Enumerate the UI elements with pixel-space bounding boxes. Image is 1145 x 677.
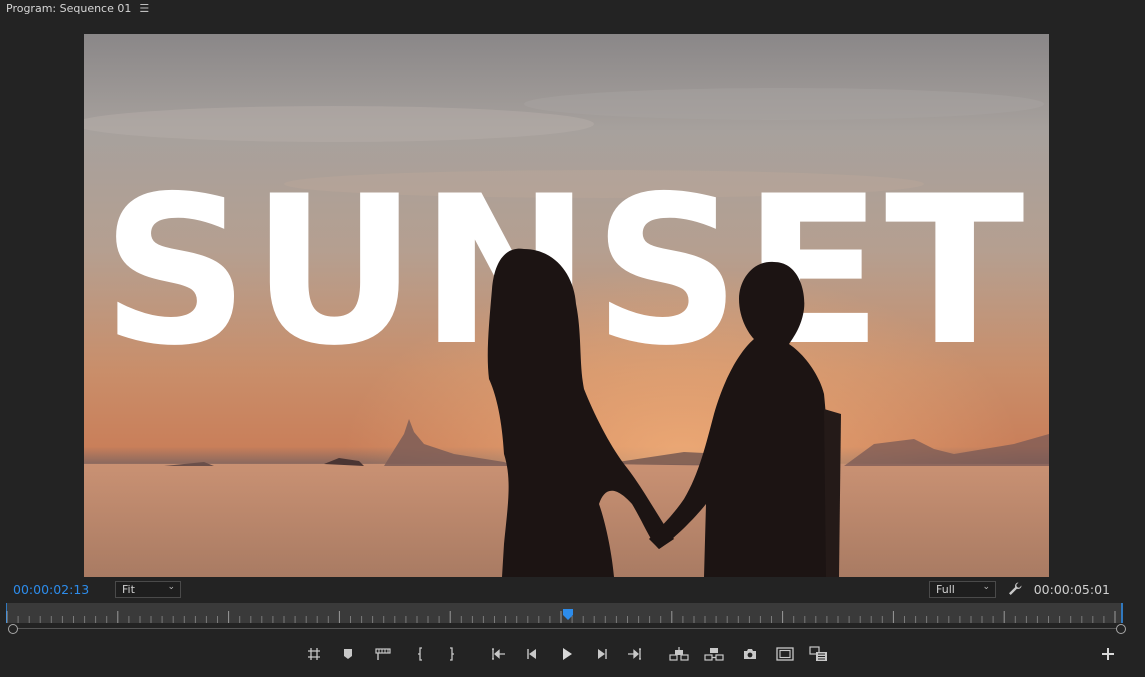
playback-resolution-select[interactable]: Full ⌄ bbox=[929, 581, 996, 598]
mark-in-icon bbox=[418, 647, 422, 661]
step-back-button[interactable] bbox=[521, 643, 543, 665]
current-timecode[interactable]: 00:00:02:13 bbox=[13, 582, 89, 597]
export-frame-button[interactable] bbox=[739, 643, 761, 665]
safe-margins-button[interactable] bbox=[774, 643, 796, 665]
export-frame-icon bbox=[744, 649, 756, 659]
duration-timecode: 00:00:05:01 bbox=[1033, 582, 1110, 597]
mark-in-button[interactable] bbox=[409, 643, 431, 665]
playback-resolution-value: Full bbox=[936, 583, 955, 596]
extract-icon bbox=[704, 648, 724, 661]
program-video-frame[interactable]: SUNSET bbox=[84, 34, 1049, 577]
step-back-icon bbox=[527, 649, 536, 659]
add-marker-button[interactable] bbox=[303, 643, 325, 665]
panel-title[interactable]: Program: Sequence 01 bbox=[6, 2, 131, 15]
lift-icon bbox=[669, 647, 689, 661]
compare-view-icon bbox=[809, 646, 827, 661]
zoom-scroll-track bbox=[17, 628, 1117, 629]
go-to-out-icon bbox=[628, 648, 641, 660]
zoom-level-select[interactable]: Fit ⌄ bbox=[115, 581, 181, 598]
marker-icon bbox=[344, 649, 352, 659]
safe-margins-icon bbox=[776, 647, 794, 661]
zoom-scroll-bar[interactable] bbox=[8, 624, 1128, 634]
go-to-in-icon bbox=[492, 648, 505, 660]
compare-view-button[interactable] bbox=[808, 643, 830, 665]
panel-header: Program: Sequence 01 ☰ bbox=[0, 0, 149, 16]
marker-button[interactable] bbox=[337, 643, 359, 665]
extract-button[interactable] bbox=[703, 643, 725, 665]
play-button[interactable] bbox=[556, 643, 578, 665]
video-frame-image: SUNSET bbox=[84, 34, 1049, 577]
chevron-down-icon: ⌄ bbox=[982, 582, 990, 592]
chevron-down-icon: ⌄ bbox=[167, 582, 175, 592]
monitor-controls-row: 00:00:02:13 Fit ⌄ Full ⌄ 00:00:05:01 bbox=[0, 579, 1145, 601]
program-monitor-panel: Program: Sequence 01 ☰ 00:00:02:13 Fit ⌄… bbox=[0, 0, 1145, 677]
wrench-icon[interactable] bbox=[1007, 581, 1023, 597]
clip-marker-button[interactable] bbox=[372, 643, 394, 665]
add-marker-icon bbox=[308, 648, 320, 660]
zoom-handle-right[interactable] bbox=[1116, 624, 1126, 634]
go-to-out-button[interactable] bbox=[624, 643, 646, 665]
playhead-icon[interactable] bbox=[562, 609, 574, 621]
transport-controls bbox=[0, 643, 1145, 665]
plus-icon[interactable] bbox=[1098, 644, 1118, 664]
step-forward-icon bbox=[598, 649, 607, 659]
lift-button[interactable] bbox=[668, 643, 690, 665]
mark-out-button[interactable] bbox=[441, 643, 463, 665]
zoom-handle-left[interactable] bbox=[8, 624, 18, 634]
go-to-in-button[interactable] bbox=[487, 643, 509, 665]
hamburger-menu-icon[interactable]: ☰ bbox=[139, 2, 149, 15]
mark-out-icon bbox=[450, 647, 454, 661]
step-forward-button[interactable] bbox=[591, 643, 613, 665]
play-icon bbox=[563, 648, 572, 660]
zoom-level-value: Fit bbox=[122, 583, 135, 596]
clip-marker-icon bbox=[375, 648, 391, 660]
